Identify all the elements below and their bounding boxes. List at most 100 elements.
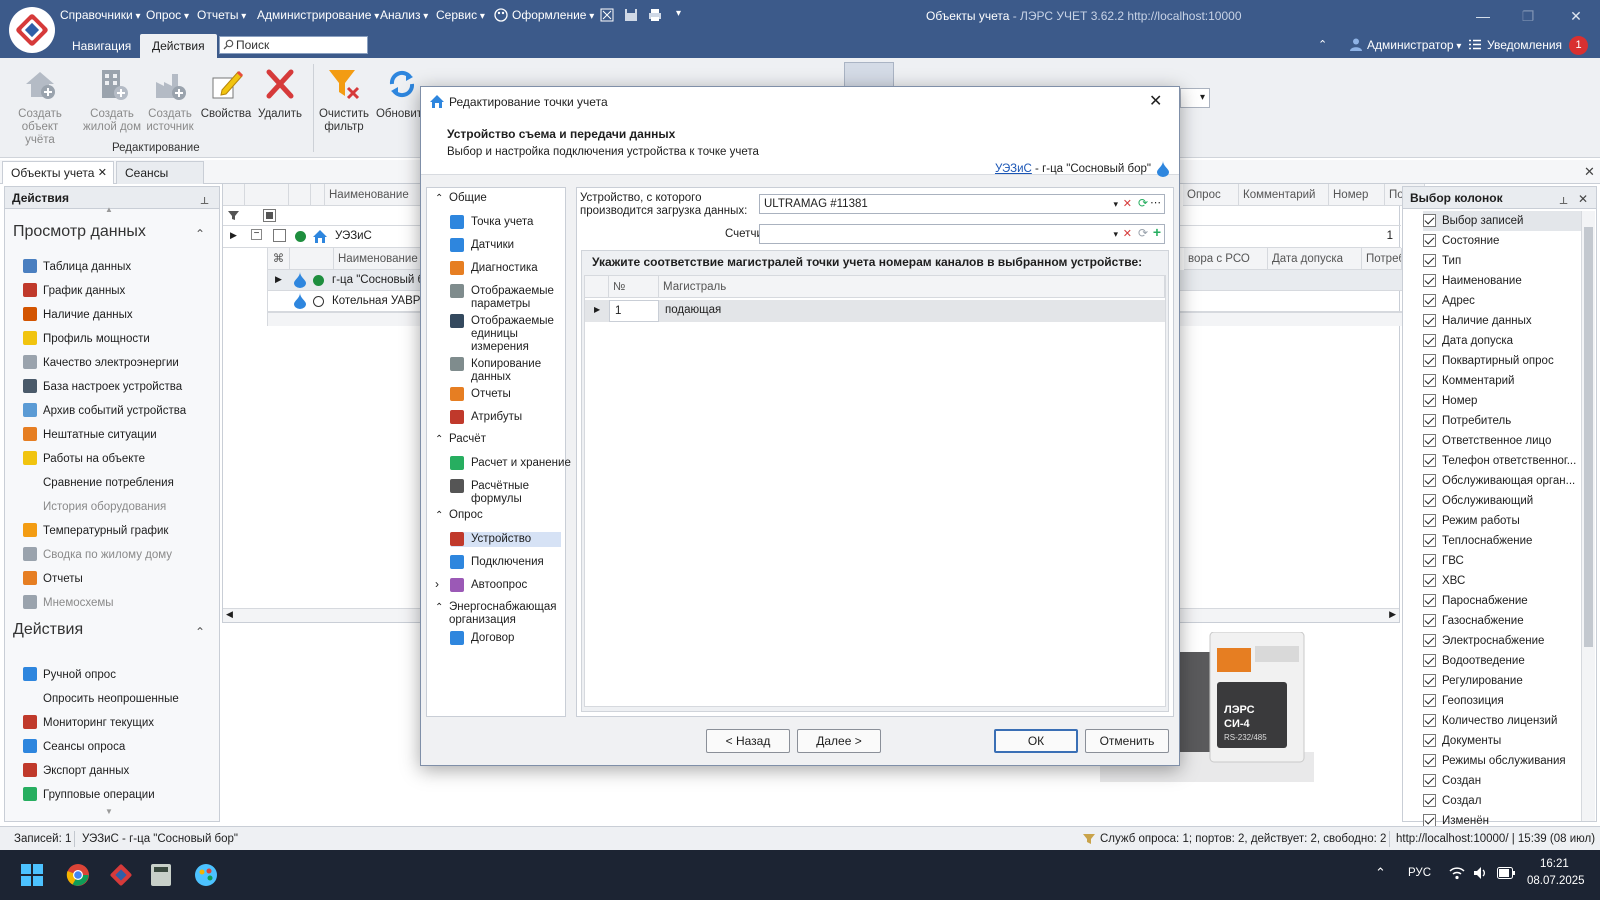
collapse-group-icon[interactable]: ⌃	[435, 192, 443, 205]
expand-group-icon[interactable]: ›	[435, 578, 439, 591]
column-option[interactable]: Обслуживающая орган...	[1423, 471, 1583, 491]
nav-group[interactable]: ⌃ Энергоснабжающая организация	[435, 601, 563, 627]
grid-header-comment[interactable]: Комментарий	[1239, 184, 1329, 206]
clear-filter-button[interactable]: Очистить фильтр	[312, 66, 376, 134]
column-checkbox[interactable]	[1423, 694, 1436, 707]
column-option[interactable]: Наименование	[1423, 271, 1583, 291]
list-item[interactable]: Экспорт данных	[23, 761, 129, 781]
delete-button[interactable]: Удалить	[248, 66, 312, 121]
column-checkbox[interactable]	[1423, 554, 1436, 567]
column-option[interactable]: Теплоснабжение	[1423, 531, 1583, 551]
notifications-button[interactable]: Уведомления	[1487, 38, 1562, 52]
list-item[interactable]: Архив событий устройства	[23, 401, 186, 421]
tab-navigation[interactable]: Навигация	[60, 34, 143, 58]
menu-spravochniki[interactable]: Справочники	[60, 8, 141, 22]
column-option[interactable]: Обслуживающий	[1423, 491, 1583, 511]
clear-counter-icon[interactable]: ✕	[1123, 225, 1132, 243]
column-option[interactable]: Газоснабжение	[1423, 611, 1583, 631]
column-option[interactable]: Наличие данных	[1423, 311, 1583, 331]
collapse-group-icon[interactable]: ⌃	[435, 433, 443, 446]
nav-item[interactable]: Отчеты	[450, 387, 561, 402]
cancel-button[interactable]: Отменить	[1085, 729, 1169, 753]
list-item[interactable]: Ручной опрос	[23, 665, 116, 685]
quick-access-chevron-icon[interactable]: ▾	[676, 8, 681, 19]
menu-servis[interactable]: Сервис	[436, 8, 485, 22]
list-item[interactable]: Качество электроэнергии	[23, 353, 179, 373]
window-tile-icon[interactable]	[600, 8, 614, 22]
list-item[interactable]: График данных	[23, 281, 125, 301]
child-header-date[interactable]: Дата допуска	[1268, 248, 1362, 270]
breadcrumb-link[interactable]: УЭЗиС	[995, 163, 1032, 175]
list-item[interactable]: Таблица данных	[23, 257, 131, 277]
column-option[interactable]: Телефон ответственног...	[1423, 451, 1583, 471]
list-item[interactable]: Мониторинг текущих	[23, 713, 154, 733]
list-item[interactable]: Групповые операции	[23, 785, 155, 805]
device-select[interactable]: ULTRAMAG #11381 ▾ ✕ ⟳ ⋯	[759, 194, 1165, 214]
search-input[interactable]: Поиск	[219, 36, 368, 54]
column-checkbox[interactable]	[1423, 674, 1436, 687]
pin-icon[interactable]: ⊥	[200, 191, 209, 213]
column-checkbox[interactable]	[1423, 734, 1436, 747]
table-row[interactable]: ▶ 1 подающая	[585, 300, 1165, 322]
ribbon-dropdown-chevron-icon[interactable]: ▾	[1180, 88, 1210, 108]
column-checkbox[interactable]	[1423, 614, 1436, 627]
expand-row-icon[interactable]: ▶	[230, 230, 237, 241]
column-option[interactable]: Адрес	[1423, 291, 1583, 311]
column-checkbox[interactable]	[1423, 474, 1436, 487]
column-checkbox[interactable]	[1423, 594, 1436, 607]
clock-time[interactable]: 16:21	[1540, 858, 1569, 870]
child-grid-settings-icon[interactable]: ⌘	[268, 248, 290, 270]
column-checkbox[interactable]	[1423, 354, 1436, 367]
column-checkbox[interactable]	[1423, 394, 1436, 407]
column-option[interactable]: Водоотведение	[1423, 651, 1583, 671]
column-option[interactable]: Создал	[1423, 791, 1583, 811]
next-button[interactable]: Далее >	[797, 729, 881, 753]
column-checkbox[interactable]	[1423, 274, 1436, 287]
clear-device-icon[interactable]: ✕	[1123, 195, 1132, 213]
nav-item[interactable]: Диагностика	[450, 261, 561, 276]
chrome-icon[interactable]	[66, 863, 90, 887]
column-checkbox[interactable]	[1423, 294, 1436, 307]
create-object-button[interactable]: Создать объект учёта	[8, 66, 72, 147]
chevron-down-icon[interactable]: ▾	[1113, 225, 1118, 243]
nav-item[interactable]: Расчет и хранение	[450, 456, 571, 471]
scroll-up-icon[interactable]: ▲	[105, 205, 113, 214]
print-icon[interactable]	[648, 8, 662, 22]
column-checkbox[interactable]	[1423, 514, 1436, 527]
filter-select-checkbox[interactable]	[263, 209, 276, 222]
collapse-ribbon-icon[interactable]: ⌃	[1318, 38, 1327, 51]
column-option[interactable]: Регулирование	[1423, 671, 1583, 691]
app-logo[interactable]	[9, 7, 55, 53]
column-checkbox[interactable]	[1423, 494, 1436, 507]
battery-icon[interactable]	[1497, 867, 1515, 879]
tray-chevron-up-icon[interactable]: ⌃	[1375, 865, 1386, 881]
list-item[interactable]: Сеансы опроса	[23, 737, 125, 757]
clock-date[interactable]: 08.07.2025	[1527, 875, 1585, 887]
nav-item[interactable]: Датчики	[450, 238, 561, 253]
collapse-group-icon[interactable]: −	[251, 229, 262, 240]
create-house-button[interactable]: Создать жилой дом	[80, 66, 144, 134]
scrollbar-thumb[interactable]	[1584, 227, 1593, 647]
filter-icon[interactable]	[228, 210, 239, 221]
column-checkbox[interactable]	[1423, 774, 1436, 787]
collapse-group-icon[interactable]: ⌃	[435, 601, 443, 614]
refresh-counter-icon[interactable]: ⟳	[1138, 224, 1148, 242]
notifications-count-badge[interactable]: 1	[1569, 36, 1588, 55]
vertical-scrollbar[interactable]	[1581, 211, 1595, 821]
nav-item[interactable]: Договор	[450, 631, 561, 646]
column-checkbox[interactable]	[1423, 574, 1436, 587]
create-source-button[interactable]: Создать источник	[138, 66, 202, 134]
column-option[interactable]: ХВС	[1423, 571, 1583, 591]
column-option[interactable]: Электроснабжение	[1423, 631, 1583, 651]
scroll-left-icon[interactable]: ◀	[226, 609, 233, 620]
column-option[interactable]: Потребитель	[1423, 411, 1583, 431]
section-actions[interactable]: Действия	[13, 621, 83, 639]
nav-item[interactable]: Копирование данных	[450, 357, 561, 385]
wifi-icon[interactable]	[1449, 866, 1465, 880]
column-option[interactable]: Геопозиция	[1423, 691, 1583, 711]
tab-objects[interactable]: Объекты учета ✕	[2, 161, 114, 184]
column-option[interactable]: Режим работы	[1423, 511, 1583, 531]
collapse-section-icon[interactable]: ⌃	[195, 625, 205, 639]
collapse-section-icon[interactable]: ⌃	[195, 227, 205, 241]
nav-item[interactable]: Подключения	[450, 555, 561, 570]
